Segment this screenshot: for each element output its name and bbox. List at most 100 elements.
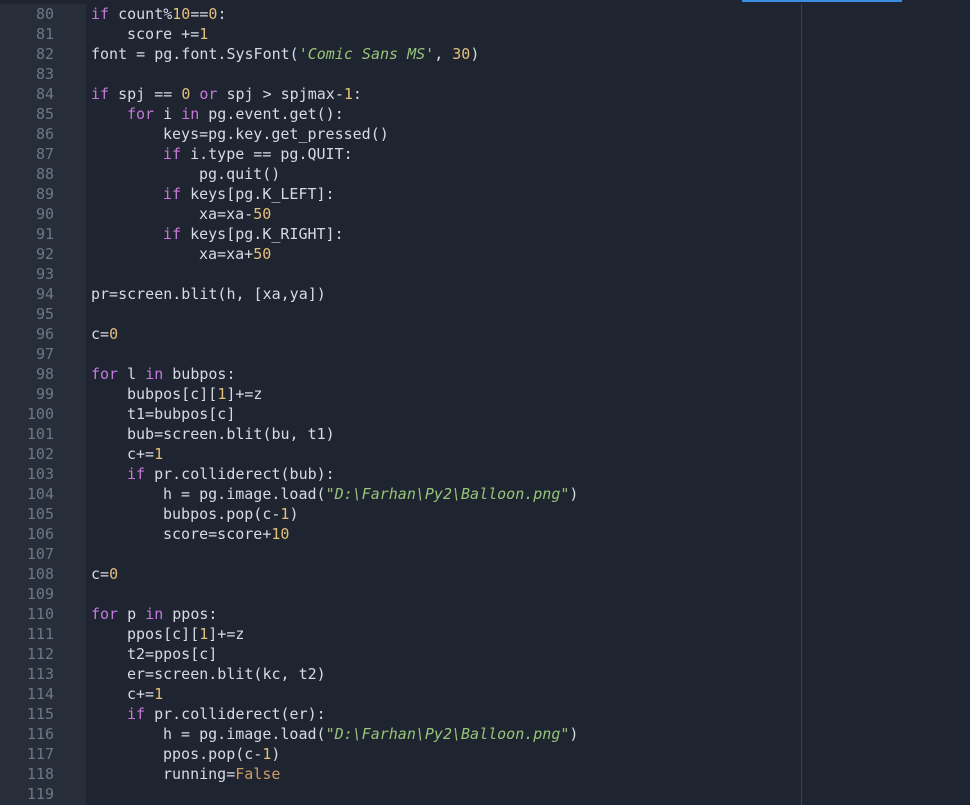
code-text[interactable]: if count%10==0: xyxy=(91,4,226,24)
code-text[interactable]: bubpos[c][1]+=z xyxy=(127,384,262,404)
code-text[interactable]: t1=bubpos[c] xyxy=(127,404,235,424)
code-token: for xyxy=(91,605,119,623)
code-token: "D:\Farhan\Py2\Balloon.png" xyxy=(325,485,570,503)
code-line[interactable]: 101 bub=screen.blit(bu, t1) xyxy=(0,424,970,444)
code-token: i.type == pg.QUIT: xyxy=(181,145,353,163)
code-line[interactable]: 85 for i in pg.event.get(): xyxy=(0,104,970,124)
code-text[interactable]: c+=1 xyxy=(127,444,163,464)
code-token: er=screen.blit(kc, t2) xyxy=(127,665,326,683)
code-text[interactable]: bubpos.pop(c-1) xyxy=(163,504,298,524)
code-token: or xyxy=(199,85,218,103)
code-line[interactable]: 113 er=screen.blit(kc, t2) xyxy=(0,664,970,684)
code-text[interactable]: t2=ppos[c] xyxy=(127,644,217,664)
code-editor[interactable]: 80 if count%10==0: 81 score +=1 82 font = pg.… xyxy=(0,4,970,805)
code-line[interactable]: 93 xyxy=(0,264,970,284)
code-token: 10 xyxy=(172,5,191,23)
code-line[interactable]: 81 score +=1 xyxy=(0,24,970,44)
line-number: 89 xyxy=(35,185,54,203)
code-text[interactable]: h = pg.image.load("D:\Farhan\Py2\Balloon… xyxy=(163,724,578,744)
code-line[interactable]: 118 running=False xyxy=(0,764,970,784)
code-text[interactable]: c=0 xyxy=(91,324,118,344)
code-token: count% xyxy=(109,5,173,23)
code-text[interactable]: c=0 xyxy=(91,564,118,584)
code-text[interactable]: score=score+10 xyxy=(163,524,289,544)
code-line[interactable]: 80 if count%10==0: xyxy=(0,4,970,24)
code-text[interactable]: running=False xyxy=(163,764,280,784)
code-text[interactable]: ppos[c][1]+=z xyxy=(127,624,244,644)
code-text[interactable]: font = pg.font.SysFont('Comic Sans MS', … xyxy=(91,44,479,64)
code-text[interactable]: pr=screen.blit(h, [xa,ya]) xyxy=(91,284,326,304)
code-line[interactable]: 87 if i.type == pg.QUIT: xyxy=(0,144,970,164)
code-text[interactable]: for p in ppos: xyxy=(91,604,217,624)
line-number: 85 xyxy=(35,105,54,123)
code-token: "D:\Farhan\Py2\Balloon.png" xyxy=(325,725,570,743)
line-number: 88 xyxy=(35,165,54,183)
code-token: pr.colliderect(bub): xyxy=(145,465,335,483)
code-line[interactable]: 88 pg.quit() xyxy=(0,164,970,184)
code-text[interactable]: pg.quit() xyxy=(199,164,280,184)
code-text[interactable]: for i in pg.event.get(): xyxy=(127,104,344,124)
line-number: 95 xyxy=(35,305,54,323)
active-tab-indicator xyxy=(742,0,902,2)
code-token: bubpos: xyxy=(163,365,236,383)
code-line[interactable]: 98 for l in bubpos: xyxy=(0,364,970,384)
code-token: h = pg.image.load( xyxy=(163,725,326,743)
code-text[interactable]: c+=1 xyxy=(127,684,163,704)
code-line[interactable]: 100 t1=bubpos[c] xyxy=(0,404,970,424)
code-text[interactable]: er=screen.blit(kc, t2) xyxy=(127,664,326,684)
code-text[interactable]: keys=pg.key.get_pressed() xyxy=(163,124,389,144)
line-number: 109 xyxy=(26,585,54,603)
code-text[interactable]: xa=xa-50 xyxy=(199,204,271,224)
code-line[interactable]: 94 pr=screen.blit(h, [xa,ya]) xyxy=(0,284,970,304)
code-line[interactable]: 112 t2=ppos[c] xyxy=(0,644,970,664)
code-text[interactable]: if keys[pg.K_LEFT]: xyxy=(163,184,335,204)
code-line[interactable]: 91 if keys[pg.K_RIGHT]: xyxy=(0,224,970,244)
code-line[interactable]: 99 bubpos[c][1]+=z xyxy=(0,384,970,404)
code-line[interactable]: 96 c=0 xyxy=(0,324,970,344)
code-token: , xyxy=(434,45,453,63)
code-line[interactable]: 109 xyxy=(0,584,970,604)
code-line[interactable]: 86 keys=pg.key.get_pressed() xyxy=(0,124,970,144)
code-line[interactable]: 107 xyxy=(0,544,970,564)
code-line[interactable]: 116 h = pg.image.load("D:\Farhan\Py2\Ball… xyxy=(0,724,970,744)
code-line[interactable]: 114 c+=1 xyxy=(0,684,970,704)
code-text[interactable]: if pr.colliderect(bub): xyxy=(127,464,335,484)
code-line[interactable]: 103 if pr.colliderect(bub): xyxy=(0,464,970,484)
code-line[interactable]: 82 font = pg.font.SysFont('Comic Sans MS'… xyxy=(0,44,970,64)
code-text[interactable]: score +=1 xyxy=(127,24,208,44)
code-text[interactable]: if pr.colliderect(er): xyxy=(127,704,326,724)
line-number: 80 xyxy=(35,5,54,23)
code-text[interactable]: bub=screen.blit(bu, t1) xyxy=(127,424,335,444)
code-text[interactable]: if i.type == pg.QUIT: xyxy=(163,144,353,164)
line-number: 98 xyxy=(35,365,54,383)
code-line[interactable]: 104 h = pg.image.load("D:\Farhan\Py2\Ball… xyxy=(0,484,970,504)
line-number: 119 xyxy=(26,785,54,803)
code-line[interactable]: 84 if spj == 0 or spj > spjmax-1: xyxy=(0,84,970,104)
code-line[interactable]: 92 xa=xa+50 xyxy=(0,244,970,264)
line-number: 113 xyxy=(26,665,54,683)
code-line[interactable]: 110 for p in ppos: xyxy=(0,604,970,624)
code-token: h = pg.image.load( xyxy=(163,485,326,503)
code-line[interactable]: 117 ppos.pop(c-1) xyxy=(0,744,970,764)
code-text[interactable]: if keys[pg.K_RIGHT]: xyxy=(163,224,344,244)
code-lines[interactable]: 80 if count%10==0: 81 score +=1 82 font = pg.… xyxy=(0,4,970,804)
code-line[interactable]: 90 xa=xa-50 xyxy=(0,204,970,224)
code-line[interactable]: 89 if keys[pg.K_LEFT]: xyxy=(0,184,970,204)
code-line[interactable]: 97 xyxy=(0,344,970,364)
code-text[interactable]: h = pg.image.load("D:\Farhan\Py2\Balloon… xyxy=(163,484,578,504)
code-line[interactable]: 111 ppos[c][1]+=z xyxy=(0,624,970,644)
code-line[interactable]: 105 bubpos.pop(c-1) xyxy=(0,504,970,524)
code-text[interactable]: for l in bubpos: xyxy=(91,364,236,384)
code-line[interactable]: 95 xyxy=(0,304,970,324)
code-line[interactable]: 108 c=0 xyxy=(0,564,970,584)
code-text[interactable]: if spj == 0 or spj > spjmax-1: xyxy=(91,84,362,104)
code-line[interactable]: 115 if pr.colliderect(er): xyxy=(0,704,970,724)
code-line[interactable]: 102 c+=1 xyxy=(0,444,970,464)
code-line[interactable]: 83 xyxy=(0,64,970,84)
code-text[interactable]: ppos.pop(c-1) xyxy=(163,744,280,764)
code-text[interactable]: xa=xa+50 xyxy=(199,244,271,264)
code-line[interactable]: 106 score=score+10 xyxy=(0,524,970,544)
code-token: if xyxy=(91,5,110,23)
code-token: keys[pg.K_LEFT]: xyxy=(181,185,335,203)
code-line[interactable]: 119 xyxy=(0,784,970,804)
